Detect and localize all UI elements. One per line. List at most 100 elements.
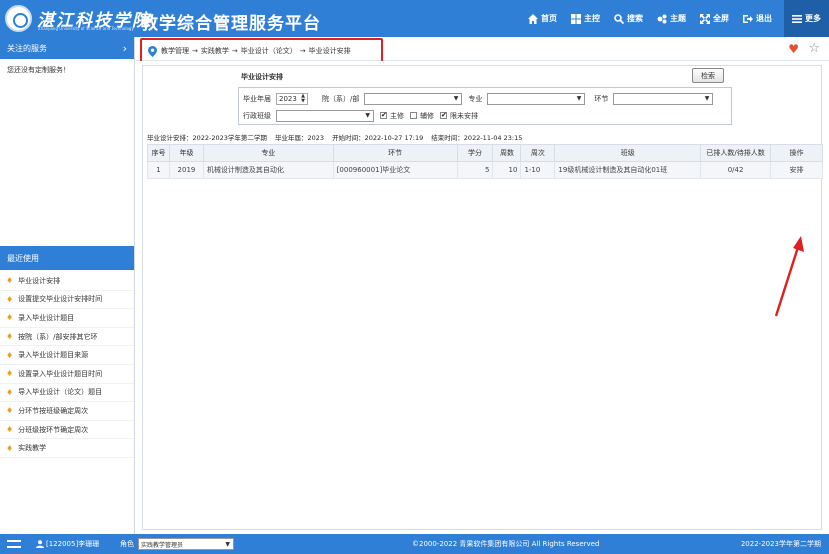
- favorites-header[interactable]: 关注的服务 ›: [0, 37, 134, 59]
- role-value: 实践教学管理员: [141, 541, 184, 549]
- cell-stage: [000960001]毕业论文: [332, 161, 458, 179]
- bullet-icon: ♦: [6, 443, 14, 453]
- search-button[interactable]: 检索: [692, 68, 724, 83]
- dept-select[interactable]: ▼: [364, 92, 463, 105]
- breadcrumb-item: 毕业设计安排: [308, 47, 351, 55]
- school-english-name: Zhanjiang University of Science and Tech…: [38, 26, 134, 31]
- left-sidebar: 关注的服务 › 您还没有定制服务！ 最近使用 ♦ 毕业设计安排 ♦ 设置提交毕业设计…: [0, 37, 135, 534]
- col-header: 已排人数/待排人数: [700, 144, 772, 162]
- role-label: 角色: [120, 540, 134, 548]
- recent-item[interactable]: ♦ 实践教学: [0, 439, 134, 458]
- user-icon: [36, 540, 44, 548]
- cell-credit: 5: [456, 161, 494, 179]
- spinner-arrows-icon[interactable]: ▲ ▼: [301, 93, 305, 104]
- breadcrumb-item[interactable]: 实践教学: [201, 46, 229, 56]
- col-header: 环节: [332, 144, 458, 162]
- bullet-icon: ♦: [6, 406, 14, 416]
- filter-box: 毕业年届 2023 ▲▼ 院（系）/部 ▼ 专业 ▼ 环节 ▼ 行政班级 ▼ 主…: [238, 87, 732, 125]
- nav-search[interactable]: 搜索: [614, 13, 643, 24]
- col-header: 年级: [168, 144, 204, 162]
- arrow-right-icon: →: [299, 47, 306, 55]
- bullet-icon: ♦: [6, 313, 14, 323]
- role-selector: 角色 实践教学管理员 ▼: [120, 538, 234, 550]
- annotation-arrow-icon: [774, 236, 804, 317]
- recent-header: 最近使用: [0, 246, 134, 270]
- favorites-empty-text: 您还没有定制服务！: [7, 66, 70, 74]
- cell-major: 机械设计制造及其自动化: [202, 161, 334, 179]
- breadcrumb-item[interactable]: 教学管理: [161, 46, 189, 56]
- arrow-right-icon: →: [231, 47, 238, 55]
- recent-item[interactable]: ♦ 录入毕业设计题目来源: [0, 346, 134, 365]
- nav-fullscreen[interactable]: 全屏: [700, 13, 729, 24]
- heart-icon[interactable]: ♥: [788, 42, 799, 56]
- dropdown-arrow-icon: ▼: [576, 95, 582, 102]
- nav-logout[interactable]: 退出: [743, 13, 772, 24]
- windows-icon: [571, 13, 581, 24]
- arrangement-panel: 毕业设计安排 检索 毕业年届 2023 ▲ ▼ 院（系）/部 ▼ 专业 ▼ 环节 …: [142, 65, 823, 530]
- bullet-icon: ♦: [6, 350, 14, 360]
- star-icon[interactable]: ☆: [808, 41, 820, 56]
- dropdown-arrow-icon: ▼: [225, 540, 230, 548]
- recent-list: ♦ 毕业设计安排 ♦ 设置提交毕业设计安排时间 ♦ 录入毕业设计题目 ♦ 按院（系）/部…: [0, 272, 134, 458]
- table-header-row: 序号 年级 专业 环节 学分 周数 周次 班级 已排人数/待排人数 操作: [147, 144, 823, 162]
- cell-week-range: 1-10: [520, 161, 556, 179]
- recent-item[interactable]: ♦ 分班级按环节确定周次: [0, 421, 134, 440]
- filter-row-2: 行政班级 ▼ 主修 辅修 限未安排: [243, 108, 478, 123]
- current-user: [122005]李珊珊: [36, 539, 99, 549]
- bullet-icon: ♦: [6, 387, 14, 397]
- cell-weeks: 10: [492, 161, 522, 179]
- menu-icon: [792, 14, 802, 23]
- current-term: 2022-2023学年第二学期: [740, 540, 821, 548]
- major-select[interactable]: ▼: [487, 92, 586, 105]
- info-end: 结束时间：2022-11-04 23:15: [431, 134, 523, 142]
- cell-no: 1: [147, 161, 170, 179]
- nav-more[interactable]: 更多: [784, 0, 829, 37]
- location-pin-icon: [148, 45, 157, 57]
- col-header: 操作: [770, 144, 823, 162]
- recent-item[interactable]: ♦ 分环节按班级确定周次: [0, 402, 134, 421]
- copyright: ©2000-2022 青果软件集团有限公司 All Rights Reserve…: [412, 540, 600, 548]
- nav-home[interactable]: 首页: [528, 13, 557, 24]
- stage-select[interactable]: ▼: [613, 92, 714, 105]
- recent-item[interactable]: ♦ 设置提交毕业设计安排时间: [0, 291, 134, 310]
- arrangement-info: 毕业设计安排：2022-2023学年第二学期 毕业年届：2023 开始时间：20…: [147, 132, 528, 142]
- bullet-icon: ♦: [6, 294, 14, 304]
- breadcrumb-item[interactable]: 毕业设计（论文）: [241, 46, 297, 56]
- table-row[interactable]: 1 2019 机械设计制造及其自动化 [000960001]毕业论文 5 10 …: [147, 161, 823, 179]
- stage-label: 环节: [594, 94, 609, 103]
- dept-label: 院（系）/部: [322, 94, 360, 103]
- year-value: 2023: [279, 94, 297, 103]
- recent-item[interactable]: ♦ 毕业设计安排: [0, 272, 134, 291]
- col-header: 序号: [147, 144, 170, 162]
- minor-checkbox[interactable]: [410, 112, 417, 119]
- chevron-right-icon[interactable]: ›: [123, 42, 127, 55]
- col-header: 学分: [456, 144, 494, 162]
- home-icon: [528, 13, 538, 24]
- recent-item[interactable]: ♦ 按院（系）/部安排其它环: [0, 328, 134, 347]
- bullet-icon: ♦: [6, 332, 14, 342]
- system-title: 教学综合管理服务平台: [141, 14, 321, 34]
- grip-icon[interactable]: [7, 540, 21, 548]
- school-logo: [5, 5, 32, 32]
- class-select[interactable]: ▼: [276, 109, 374, 122]
- search-icon: [614, 13, 624, 24]
- nav-console[interactable]: 主控: [571, 13, 600, 24]
- arrange-link[interactable]: 安排: [770, 161, 823, 179]
- year-label: 毕业年届: [243, 94, 271, 103]
- top-header: 湛江科技学院 Zhanjiang University of Science a…: [0, 0, 829, 37]
- favorites-title: 关注的服务: [7, 43, 47, 53]
- cell-count: 0/42: [700, 161, 772, 179]
- recent-item[interactable]: ♦ 导入毕业设计（论文）题目: [0, 384, 134, 403]
- limit-checkbox[interactable]: [440, 111, 447, 119]
- recent-item[interactable]: ♦ 设置录入毕业设计题目时间: [0, 365, 134, 384]
- nav-theme[interactable]: 主题: [657, 13, 686, 24]
- logout-icon: [743, 14, 753, 23]
- dropdown-arrow-icon: ▼: [365, 112, 370, 119]
- col-header: 班级: [554, 144, 702, 162]
- major-checkbox[interactable]: [380, 111, 387, 119]
- arrangement-table: 序号 年级 专业 环节 学分 周数 周次 班级 已排人数/待排人数 操作 1 2…: [147, 144, 823, 179]
- role-select[interactable]: 实践教学管理员 ▼: [138, 538, 234, 550]
- col-header: 周次: [520, 144, 556, 162]
- recent-item[interactable]: ♦ 录入毕业设计题目: [0, 309, 134, 328]
- year-spinner[interactable]: 2023 ▲ ▼: [276, 92, 308, 105]
